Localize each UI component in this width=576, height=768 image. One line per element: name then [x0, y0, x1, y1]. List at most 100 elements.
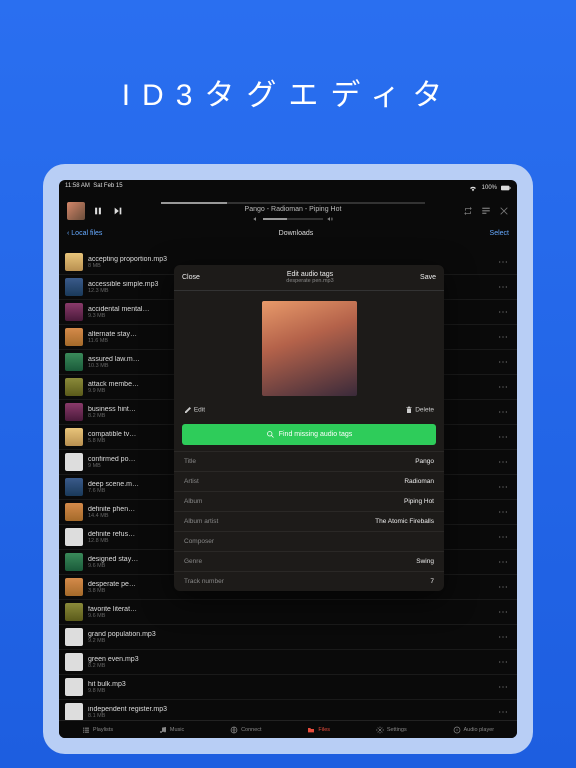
tab-label: Audio player: [464, 727, 495, 733]
more-icon[interactable]: ⋯: [495, 257, 511, 268]
list-toolbar: ‹ Local files Downloads Select: [59, 226, 517, 241]
battery-text: 100%: [482, 185, 497, 191]
more-icon[interactable]: ⋯: [495, 482, 511, 493]
tag-field[interactable]: Composer: [174, 531, 444, 551]
status-date: Sat Feb 15: [93, 183, 122, 189]
folder-icon: [307, 726, 315, 734]
volume-row: [131, 216, 455, 222]
file-name: grand population.mp3: [88, 631, 490, 638]
file-row[interactable]: green even.mp38.2 MB⋯: [59, 650, 517, 675]
track-title: Pango - Radioman - Piping Hot: [131, 206, 455, 213]
more-icon[interactable]: ⋯: [495, 357, 511, 368]
more-icon[interactable]: ⋯: [495, 657, 511, 668]
tab-connect[interactable]: Connect: [230, 726, 262, 734]
file-name: favorite literat…: [88, 606, 490, 613]
tab-label: Connect: [241, 727, 262, 733]
repeat-icon[interactable]: [463, 206, 473, 216]
field-value: Piping Hot: [404, 498, 434, 505]
file-thumb: [65, 303, 83, 321]
file-thumb: [65, 653, 83, 671]
file-thumb: [65, 628, 83, 646]
more-icon[interactable]: ⋯: [495, 682, 511, 693]
file-name: green even.mp3: [88, 656, 490, 663]
tab-music[interactable]: Music: [159, 726, 184, 734]
more-icon[interactable]: ⋯: [495, 382, 511, 393]
hero-title: ID3タグエディタ: [122, 70, 455, 114]
field-label: Title: [184, 458, 196, 465]
file-thumb: [65, 328, 83, 346]
more-icon[interactable]: ⋯: [495, 432, 511, 443]
file-row[interactable]: independent register.mp38.1 MB ⋯: [59, 700, 517, 720]
file-thumb: [65, 428, 83, 446]
more-icon[interactable]: ⋯: [495, 707, 511, 718]
tab-files[interactable]: Files: [307, 726, 330, 734]
screen: 11:58 AM Sat Feb 15 100% Pango - Radioma…: [59, 180, 517, 738]
delete-cover-button[interactable]: Delete: [405, 406, 434, 414]
more-icon[interactable]: ⋯: [495, 407, 511, 418]
pause-icon[interactable]: [93, 206, 103, 216]
tag-field[interactable]: Genre Swing: [174, 551, 444, 571]
progress-bar[interactable]: [161, 202, 425, 204]
file-size: 9.2 MB: [88, 638, 490, 644]
modal-title: Edit audio tags: [286, 271, 333, 278]
back-button[interactable]: ‹ Local files: [67, 230, 102, 237]
globe-icon: [230, 726, 238, 734]
tab-settings[interactable]: Settings: [376, 726, 407, 734]
more-icon[interactable]: ⋯: [495, 557, 511, 568]
more-icon[interactable]: ⋯: [495, 507, 511, 518]
list-icon: [82, 726, 90, 734]
tab-label: Files: [318, 727, 330, 733]
file-size: 9.6 MB: [88, 613, 490, 619]
more-icon[interactable]: ⋯: [495, 307, 511, 318]
more-icon[interactable]: ⋯: [495, 607, 511, 618]
status-time: 11:58 AM: [65, 183, 90, 189]
file-name: independent register.mp3: [88, 706, 490, 713]
music-icon: [159, 726, 167, 734]
modal-subtitle: desperate pen.mp3: [286, 278, 333, 284]
file-row[interactable]: grand population.mp39.2 MB ⋯: [59, 625, 517, 650]
tag-field[interactable]: Track number 7: [174, 571, 444, 591]
more-icon[interactable]: ⋯: [495, 532, 511, 543]
battery-icon: [501, 183, 511, 193]
album-cover[interactable]: [262, 301, 357, 396]
file-thumb: [65, 478, 83, 496]
file-thumb: [65, 353, 83, 371]
volume-high-icon: [327, 216, 333, 222]
tag-field[interactable]: Album artistThe Atomic Fireballs: [174, 511, 444, 531]
select-button[interactable]: Select: [490, 230, 509, 237]
field-value: 7: [430, 578, 434, 585]
more-icon[interactable]: ⋯: [495, 632, 511, 643]
modal-save-button[interactable]: Save: [420, 274, 436, 281]
more-icon[interactable]: ⋯: [495, 332, 511, 343]
next-icon[interactable]: [113, 206, 123, 216]
mini-album-art[interactable]: [67, 202, 85, 220]
file-thumb: [65, 528, 83, 546]
more-icon[interactable]: ⋯: [495, 582, 511, 593]
tag-field[interactable]: ArtistRadioman: [174, 471, 444, 491]
tab-playlists[interactable]: Playlists: [82, 726, 113, 734]
volume-bar[interactable]: [263, 218, 323, 220]
field-label: Track number: [184, 578, 224, 585]
file-row[interactable]: favorite literat…9.6 MB ⋯: [59, 600, 517, 625]
file-thumb: [65, 403, 83, 421]
tab-audio-player[interactable]: Audio player: [453, 726, 495, 734]
file-size: 8.1 MB: [88, 713, 490, 719]
shuffle-icon[interactable]: [499, 206, 509, 216]
field-value: Swing: [416, 558, 434, 565]
list-title: Downloads: [279, 230, 314, 237]
tag-field[interactable]: AlbumPiping Hot: [174, 491, 444, 511]
tab-label: Music: [170, 727, 184, 733]
file-row[interactable]: hit bulk.mp39.8 MB⋯: [59, 675, 517, 700]
queue-icon[interactable]: [481, 206, 491, 216]
more-icon[interactable]: ⋯: [495, 282, 511, 293]
tab-label: Playlists: [93, 727, 113, 733]
field-label: Genre: [184, 558, 202, 565]
more-icon[interactable]: ⋯: [495, 457, 511, 468]
tag-field[interactable]: TitlePango: [174, 451, 444, 471]
file-thumb: [65, 253, 83, 271]
edit-cover-button[interactable]: Edit: [184, 406, 205, 414]
find-tags-button[interactable]: Find missing audio tags: [182, 424, 436, 445]
disc-icon: [453, 726, 461, 734]
modal-close-button[interactable]: Close: [182, 274, 200, 281]
volume-low-icon: [253, 216, 259, 222]
